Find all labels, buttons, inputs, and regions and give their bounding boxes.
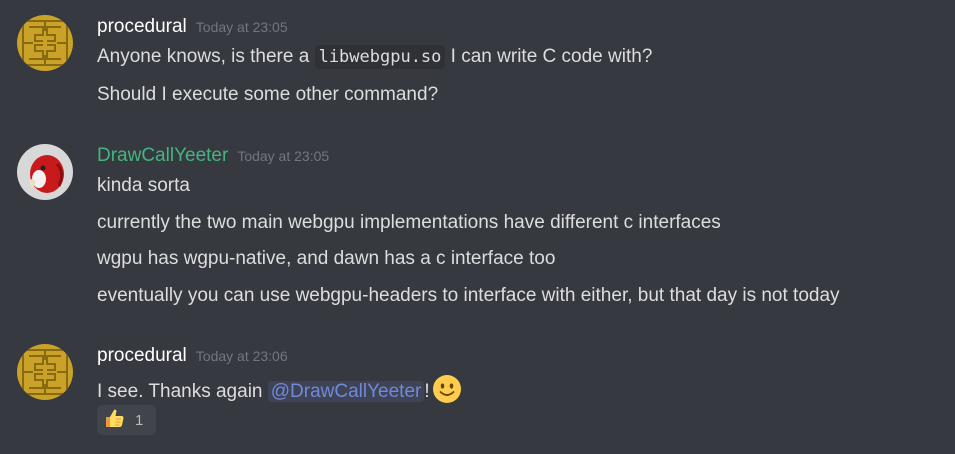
message-text: I see. Thanks again xyxy=(97,381,268,402)
avatar-procedural[interactable] xyxy=(17,15,73,71)
username[interactable]: procedural xyxy=(97,345,187,366)
message-header: DrawCallYeeter Today at 23:05 xyxy=(97,145,329,167)
timestamp: Today at 23:05 xyxy=(237,148,330,164)
avatar-procedural[interactable] xyxy=(17,344,73,400)
message-line: kinda sorta xyxy=(97,175,190,196)
user-mention[interactable]: @DrawCallYeeter xyxy=(267,381,425,402)
message-text: ! xyxy=(424,381,430,402)
message-line: currently the two main webgpu implementa… xyxy=(97,212,721,233)
message-line: wgpu has wgpu-native, and dawn has a c i… xyxy=(97,248,556,269)
message-line: Anyone knows, is there a libwebgpu.so I … xyxy=(97,44,652,70)
slightly-smiling-face-icon xyxy=(432,374,462,412)
message-header: procedural Today at 23:05 xyxy=(97,16,288,38)
message-line: Should I execute some other command? xyxy=(97,84,439,105)
message-text: Anyone knows, is there a xyxy=(97,46,315,67)
reaction-count: 1 xyxy=(135,411,144,429)
username[interactable]: procedural xyxy=(97,16,187,37)
message-text: I can write C code with? xyxy=(445,46,653,67)
message-header: procedural Today at 23:06 xyxy=(97,345,288,367)
username[interactable]: DrawCallYeeter xyxy=(97,145,228,166)
timestamp: Today at 23:06 xyxy=(195,348,288,364)
inline-code: libwebgpu.so xyxy=(314,45,446,69)
reaction-thumbs-up[interactable]: 1 xyxy=(97,405,156,435)
message-line: eventually you can use webgpu-headers to… xyxy=(97,285,840,306)
avatar-drawcallyeeter[interactable] xyxy=(17,144,73,200)
timestamp: Today at 23:05 xyxy=(195,19,288,35)
thumbs-up-icon xyxy=(103,407,125,434)
